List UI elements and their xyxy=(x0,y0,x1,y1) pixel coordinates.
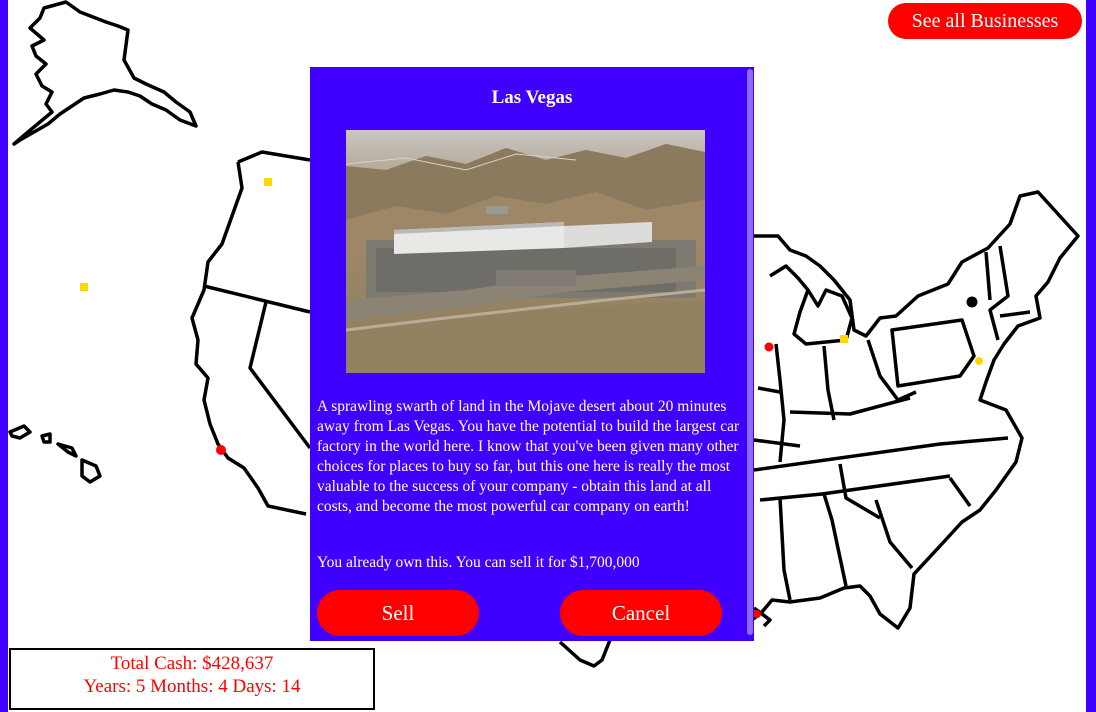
hawaii-island-1 xyxy=(8,424,32,440)
west-coast-outline xyxy=(190,150,311,516)
state-border-15 xyxy=(789,396,911,416)
east-coast-outline xyxy=(750,190,1080,630)
modal-scrollbar[interactable] xyxy=(747,69,753,635)
total-cash-text: Total Cash: $428,637 xyxy=(110,653,274,674)
state-border-13 xyxy=(874,499,914,570)
alaska-outline xyxy=(12,0,198,146)
state-border-8 xyxy=(753,436,1009,472)
california-nevada-border xyxy=(248,301,312,450)
state-border-5 xyxy=(988,245,1010,341)
state-border-11 xyxy=(778,497,792,601)
location-marker-available[interactable] xyxy=(264,178,272,186)
michigan-outline xyxy=(769,264,854,346)
location-photo xyxy=(346,130,705,373)
state-border-10 xyxy=(759,474,951,502)
oregon-border xyxy=(203,284,311,314)
state-border-7 xyxy=(999,310,1031,318)
modal-title: Las Vegas xyxy=(491,87,573,108)
hawaii-island-4 xyxy=(80,458,102,484)
state-border-12 xyxy=(822,493,848,587)
ownership-status: You already own this. You can sell it fo… xyxy=(317,554,640,571)
location-description: A sprawling swarth of land in the Mojave… xyxy=(317,398,740,515)
state-border-16 xyxy=(753,386,801,448)
sell-button[interactable]: Sell xyxy=(317,590,479,636)
location-marker-owned[interactable] xyxy=(216,445,226,455)
location-marker-available[interactable] xyxy=(975,357,983,365)
location-modal: Las Vegas A sprawling swarth of land in … xyxy=(310,67,754,641)
location-marker-owned[interactable] xyxy=(764,342,774,352)
location-photo-image xyxy=(346,130,705,373)
stats-panel: Total Cash: $428,637 Years: 5 Months: 4 … xyxy=(9,648,375,710)
state-border-3 xyxy=(866,339,917,402)
cancel-button[interactable]: Cancel xyxy=(560,590,722,636)
elapsed-time-text: Years: 5 Months: 4 Days: 14 xyxy=(83,676,301,697)
location-marker-other[interactable] xyxy=(966,296,978,308)
state-border-6 xyxy=(984,251,992,301)
location-marker-available[interactable] xyxy=(80,283,88,291)
location-marker-available[interactable] xyxy=(840,335,848,343)
location-marker-owned[interactable] xyxy=(753,610,761,618)
state-border-4 xyxy=(890,318,976,388)
hawaii-island-3 xyxy=(56,442,78,458)
state-border-14 xyxy=(948,476,972,508)
gulf-coast-outline xyxy=(558,639,612,668)
state-border-2 xyxy=(822,345,836,421)
hawaii-island-2 xyxy=(40,432,52,444)
see-all-businesses-button[interactable]: See all Businesses xyxy=(888,3,1082,39)
